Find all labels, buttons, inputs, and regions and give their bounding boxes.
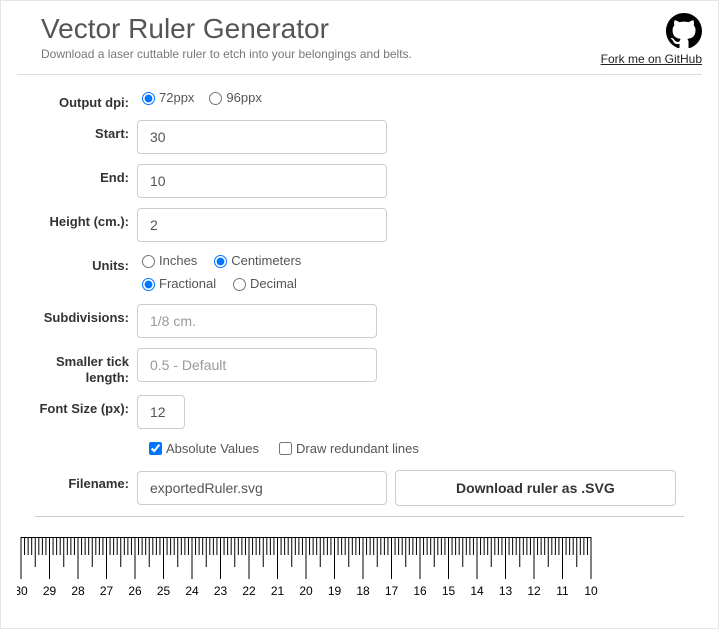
svg-text:22: 22: [242, 584, 256, 598]
height-input[interactable]: [137, 208, 387, 242]
filename-label: Filename:: [17, 470, 137, 491]
smaller-tick-input[interactable]: [137, 348, 377, 382]
end-label: End:: [17, 164, 137, 185]
svg-text:23: 23: [214, 584, 228, 598]
smaller-tick-label: Smaller tick length:: [17, 348, 137, 385]
svg-text:29: 29: [43, 584, 57, 598]
units-decimal-text: Decimal: [250, 276, 297, 291]
dpi-96-radio[interactable]: [209, 92, 222, 105]
filename-input[interactable]: [137, 471, 387, 505]
github-icon: [666, 13, 702, 52]
header-divider: [17, 74, 702, 75]
redundant-lines-checkbox[interactable]: [279, 442, 292, 455]
svg-text:28: 28: [71, 584, 85, 598]
form-divider: [35, 516, 684, 517]
svg-text:15: 15: [442, 584, 456, 598]
font-size-label: Font Size (px):: [17, 395, 137, 417]
svg-text:25: 25: [157, 584, 171, 598]
height-label: Height (cm.):: [17, 208, 137, 229]
svg-text:19: 19: [328, 584, 342, 598]
units-fractional-radio[interactable]: [142, 278, 155, 291]
svg-text:11: 11: [556, 584, 569, 598]
subdivisions-input[interactable]: [137, 304, 377, 338]
svg-text:21: 21: [271, 584, 285, 598]
download-button[interactable]: Download ruler as .SVG: [395, 470, 676, 506]
page-title: Vector Ruler Generator: [41, 13, 601, 45]
units-label: Units:: [17, 252, 137, 273]
svg-text:26: 26: [128, 584, 142, 598]
ruler-scroll-area[interactable]: 30 29 28 27 26 25 24 23 22 21 20 19 18 17 16 15 14 13 12 11…: [17, 537, 702, 620]
svg-text:14: 14: [470, 584, 484, 598]
svg-text:30: 30: [17, 584, 28, 598]
units-inches-text: Inches: [159, 253, 197, 268]
units-cm-radio[interactable]: [214, 255, 227, 268]
svg-text:27: 27: [100, 584, 114, 598]
units-fractional-text: Fractional: [159, 276, 216, 291]
svg-text:13: 13: [499, 584, 513, 598]
page-subtitle: Download a laser cuttable ruler to etch …: [41, 47, 601, 61]
units-inches-radio[interactable]: [142, 255, 155, 268]
end-input[interactable]: [137, 164, 387, 198]
absolute-values-checkbox[interactable]: [149, 442, 162, 455]
svg-text:10: 10: [584, 584, 598, 598]
dpi-72-radio[interactable]: [142, 92, 155, 105]
units-decimal-radio[interactable]: [233, 278, 246, 291]
svg-text:16: 16: [413, 584, 427, 598]
ruler-preview: 30 29 28 27 26 25 24 23 22 21 20 19 18 17 16 15 14 13 12 11…: [17, 537, 599, 612]
subdivisions-label: Subdivisions:: [17, 304, 137, 325]
start-input[interactable]: [137, 120, 387, 154]
svg-text:18: 18: [356, 584, 370, 598]
github-link[interactable]: Fork me on GitHub: [601, 52, 702, 66]
units-cm-text: Centimeters: [231, 253, 301, 268]
absolute-values-text: Absolute Values: [166, 441, 259, 456]
start-label: Start:: [17, 120, 137, 141]
svg-text:24: 24: [185, 584, 199, 598]
svg-text:12: 12: [527, 584, 541, 598]
dpi-96-text: 96ppx: [226, 90, 261, 105]
dpi-72-text: 72ppx: [159, 90, 194, 105]
svg-text:17: 17: [385, 584, 399, 598]
svg-text:20: 20: [299, 584, 313, 598]
redundant-lines-text: Draw redundant lines: [296, 441, 419, 456]
dpi-label: Output dpi:: [17, 89, 137, 110]
font-size-input[interactable]: [137, 395, 185, 429]
